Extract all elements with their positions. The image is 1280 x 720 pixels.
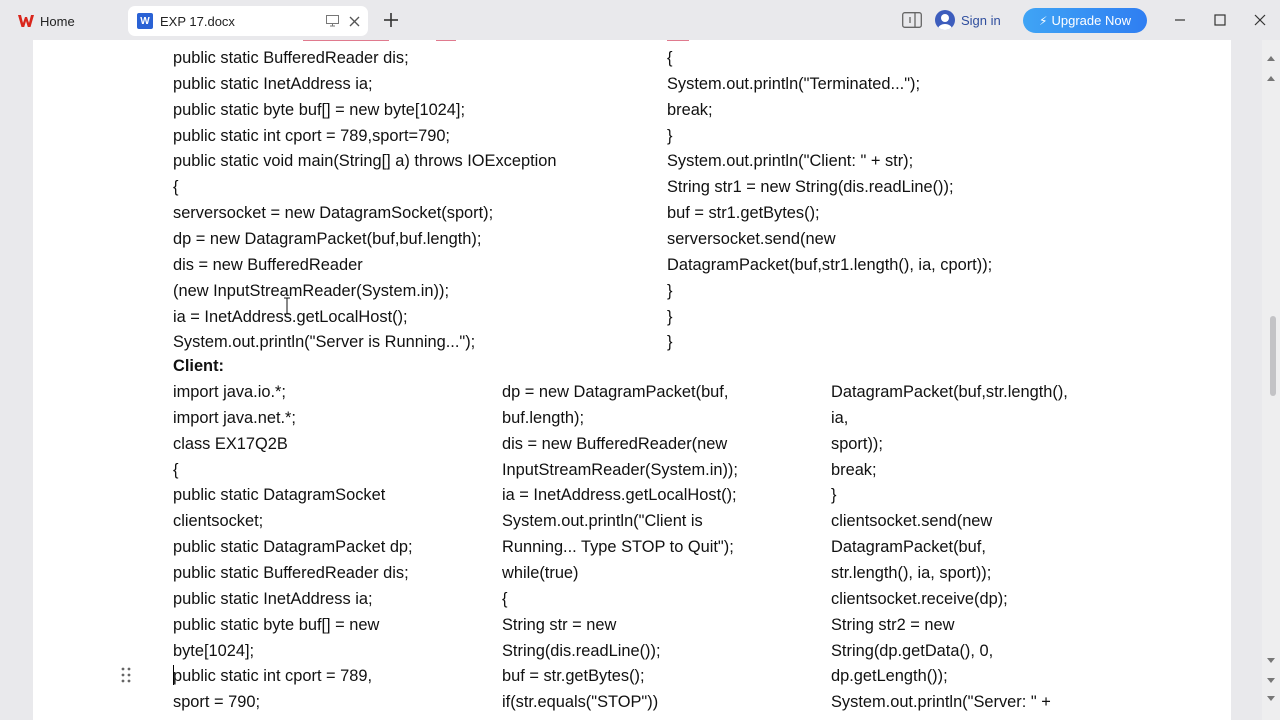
code-line: public static void main(String[] a) thro… (173, 152, 557, 171)
code-line: sport = 790; (173, 693, 261, 712)
code-line: break; (831, 460, 877, 479)
code-line: DatagramPacket(buf,str.length(), (831, 383, 1068, 401)
code-line: { (502, 589, 508, 608)
drag-handle-icon[interactable] (120, 666, 132, 684)
tab-document-title: EXP 17.docx (160, 13, 235, 29)
sign-in-label: Sign in (961, 12, 1001, 28)
code-line: System.out.println("Server is Running...… (173, 333, 476, 352)
user-icon (935, 10, 955, 30)
code-line: { (173, 178, 179, 197)
client-heading: Client: (173, 357, 224, 375)
code-line: buf = str.getBytes(); (502, 667, 645, 686)
minimize-icon[interactable] (1170, 10, 1190, 30)
code-line: ia, (831, 408, 849, 427)
code-line: String str = new (502, 615, 617, 634)
wps-logo-icon (18, 15, 34, 27)
code-line: clientsocket.send(new (831, 512, 993, 531)
code-line: dp = new DatagramPacket(buf, (502, 383, 729, 401)
clipped-line-remnant (667, 40, 689, 41)
scroll-end-icon[interactable] (1266, 695, 1276, 703)
code-line: byte[1024]; (173, 641, 255, 660)
code-line: public static int cport = 789,sport=790; (173, 126, 450, 145)
code-line: ia = InetAddress.getLocalHost(); (502, 486, 737, 505)
scroll-page-up-icon[interactable] (1266, 74, 1276, 82)
code-line: { (667, 49, 673, 67)
word-doc-icon: W (137, 13, 153, 29)
code-line: DatagramPacket(buf,str1.length(), ia, cp… (667, 255, 993, 274)
code-line: } (667, 126, 673, 145)
code-line: dis = new BufferedReader(new (502, 434, 728, 453)
maximize-icon[interactable] (1210, 10, 1230, 30)
code-line: public static DatagramPacket dp; (173, 538, 413, 557)
code-line: } (667, 333, 673, 352)
code-line: clientsocket; (173, 512, 264, 531)
code-line: public static InetAddress ia; (173, 589, 373, 608)
code-line: break; (667, 100, 713, 119)
plus-icon[interactable] (382, 11, 400, 29)
code-line: if(str.equals("STOP")) (502, 693, 659, 712)
code-line: String(dp.getData(), 0, (831, 641, 994, 660)
monitor-icon[interactable] (324, 13, 340, 29)
code-line: } (667, 281, 673, 300)
code-line: String(dis.readLine()); (502, 641, 661, 660)
code-line: buf = str1.getBytes(); (667, 204, 820, 223)
clipped-line-remnant (303, 40, 389, 41)
document-page[interactable]: public static BufferedReader dis; public … (33, 40, 1231, 720)
code-line: public static byte buf[] = new (173, 615, 380, 634)
code-line: public static BufferedReader dis; (173, 49, 409, 67)
code-line: System.out.println("Terminated..."); (667, 74, 921, 93)
code-line: (new InputStreamReader(System.in)); (173, 281, 450, 300)
code-line: public static int cport = 789, (173, 667, 373, 686)
upgrade-button[interactable]: ⚡ Upgrade Now (1023, 8, 1147, 33)
code-line: { (173, 460, 179, 479)
text-caret (173, 665, 174, 685)
clipped-line-remnant (436, 40, 456, 41)
sign-in-button[interactable]: Sign in (935, 9, 1001, 31)
code-line: Running... Type STOP to Quit"); (502, 538, 734, 557)
tab-document[interactable]: W EXP 17.docx (128, 6, 368, 36)
close-window-icon[interactable] (1250, 10, 1270, 30)
code-line: System.out.println("Client is (502, 512, 703, 531)
close-icon[interactable] (346, 13, 362, 29)
code-line: public static DatagramSocket (173, 486, 386, 505)
code-line: public static BufferedReader dis; (173, 563, 409, 582)
code-line: public static InetAddress ia; (173, 74, 373, 93)
code-line: public static byte buf[] = new byte[1024… (173, 100, 466, 119)
code-line: InputStreamReader(System.in)); (502, 460, 738, 479)
code-line: serversocket = new DatagramSocket(sport)… (173, 204, 494, 223)
scroll-up-icon[interactable] (1266, 54, 1276, 62)
bolt-icon: ⚡ (1039, 13, 1048, 28)
layout-icon[interactable] (902, 12, 922, 28)
scroll-thumb[interactable] (1270, 316, 1276, 396)
code-line: import java.net.*; (173, 408, 296, 427)
code-line: dis = new BufferedReader (173, 255, 363, 274)
code-line: sport)); (831, 434, 883, 453)
code-line: dp = new DatagramPacket(buf,buf.length); (173, 229, 482, 248)
document-area: public static BufferedReader dis; public … (0, 40, 1280, 720)
code-line: DatagramPacket(buf, (831, 538, 986, 557)
code-line: } (831, 486, 837, 505)
code-line: class EX17Q2B (173, 434, 288, 453)
tab-home[interactable]: Home (6, 6, 123, 36)
code-line: buf.length); (502, 408, 585, 427)
code-line: serversocket.send(new (667, 229, 836, 248)
code-line: String str1 = new String(dis.readLine())… (667, 178, 954, 197)
code-line: dp.getLength()); (831, 667, 948, 686)
upgrade-label: Upgrade Now (1051, 13, 1131, 28)
code-line: import java.io.*; (173, 383, 286, 401)
code-line: } (667, 307, 673, 326)
text-cursor-icon (284, 297, 290, 315)
doc-logo-letter: W (140, 15, 150, 27)
code-line: System.out.println("Server: " + (831, 693, 1051, 712)
scroll-down-icon[interactable] (1266, 657, 1276, 665)
vertical-scrollbar[interactable] (1262, 40, 1280, 720)
code-line: System.out.println("Client: " + str); (667, 152, 914, 171)
code-line: str.length(), ia, sport)); (831, 563, 992, 582)
tab-home-label: Home (40, 13, 75, 29)
code-line: while(true) (502, 563, 579, 582)
code-line: clientsocket.receive(dp); (831, 589, 1008, 608)
code-line: String str2 = new (831, 615, 955, 634)
scroll-page-down-icon[interactable] (1266, 677, 1276, 685)
title-bar: Home W EXP 17.docx Sign in ⚡ Upgrade Now (0, 0, 1280, 40)
